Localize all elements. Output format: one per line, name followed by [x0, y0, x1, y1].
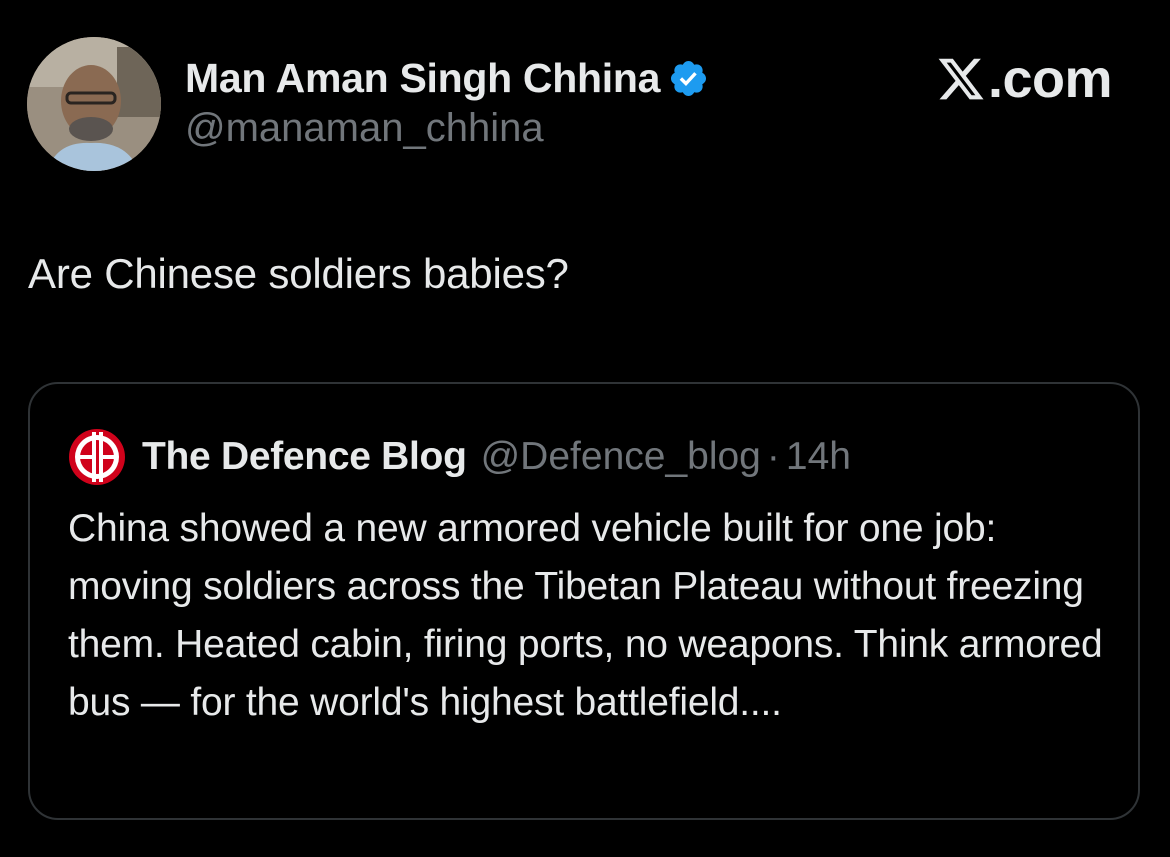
tweet-text: Are Chinese soldiers babies? — [28, 250, 569, 297]
verified-badge-icon — [671, 60, 707, 96]
quoted-author-handle[interactable]: @Defence_blog — [481, 435, 761, 479]
author-handle[interactable]: @manaman_chhina — [185, 106, 709, 151]
avatar[interactable] — [27, 37, 161, 171]
quoted-tweet-text: China showed a new armored vehicle built… — [68, 507, 1103, 724]
author-info: Man Aman Singh Chhina @manaman_chhina — [185, 52, 709, 151]
brand-label: .com — [987, 49, 1113, 109]
author-name-row: Man Aman Singh Chhina — [185, 52, 709, 104]
meta-separator: · — [766, 435, 780, 478]
x-logo-icon — [938, 58, 984, 100]
defence-blog-logo-icon — [69, 429, 125, 485]
avatar-photo — [27, 37, 161, 171]
quoted-author-name[interactable]: The Defence Blog — [142, 435, 467, 479]
x-com-watermark: .com — [936, 48, 1113, 110]
author-display-name[interactable]: Man Aman Singh Chhina — [185, 55, 660, 102]
tweet-screenshot: Man Aman Singh Chhina @manaman_chhina .c… — [0, 0, 1170, 857]
quoted-tweet-header: The Defence Blog @Defence_blog · 14h — [68, 428, 851, 486]
quoted-tweet-timestamp[interactable]: 14h — [786, 435, 851, 479]
quoted-tweet-card[interactable]: The Defence Blog @Defence_blog · 14h Chi… — [28, 382, 1140, 820]
